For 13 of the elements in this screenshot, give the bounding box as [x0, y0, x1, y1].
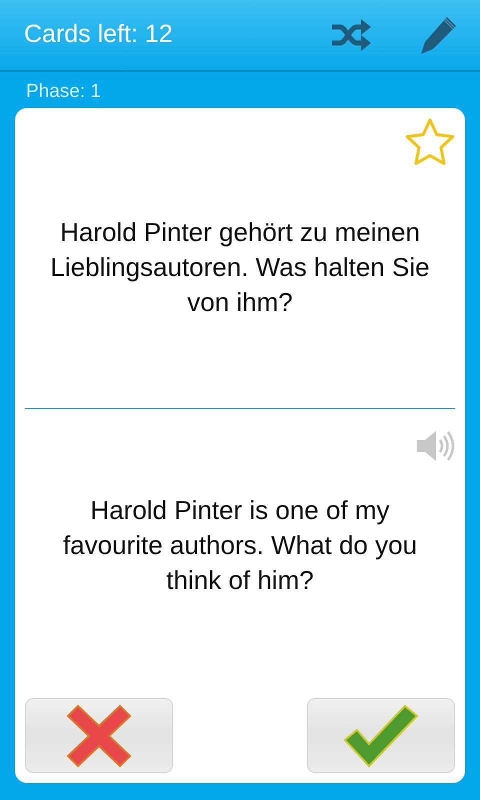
checkmark-icon [343, 704, 419, 768]
correct-button[interactable] [307, 698, 455, 773]
shuffle-icon [330, 18, 372, 52]
question-text: Harold Pinter gehört zu meinen Lieblingsautoren. Was halten Sie von ihm? [49, 216, 431, 318]
answer-text: Harold Pinter is one of my favourite authors. What do you think of him? [62, 494, 418, 597]
wrong-button[interactable] [25, 698, 173, 773]
cross-icon [66, 704, 132, 768]
pencil-icon [420, 15, 458, 55]
phase-label: Phase: 1 [26, 81, 101, 102]
edit-button[interactable] [420, 15, 458, 55]
cards-left-title: Cards left: 12 [24, 19, 174, 50]
star-icon[interactable] [405, 118, 455, 166]
shuffle-button[interactable] [330, 18, 372, 52]
